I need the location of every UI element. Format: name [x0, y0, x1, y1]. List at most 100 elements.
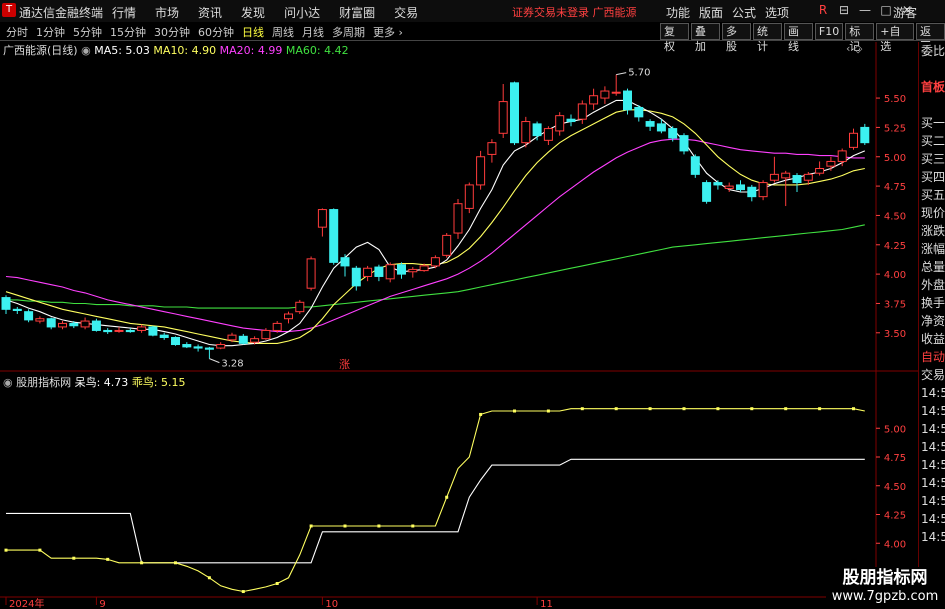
candle-body-down [193, 346, 203, 349]
side-item: 14:56 [921, 404, 945, 418]
candle-body-up [781, 172, 791, 179]
candle-body-up [849, 132, 858, 148]
watermark: 股朋指标网 www.7gpzb.com [826, 567, 944, 609]
candle-body-up [487, 142, 497, 155]
kline-chart[interactable]: 3.503.754.004.254.504.755.005.255.503.75… [0, 0, 945, 609]
price-tick-label: 4.75 [884, 182, 906, 193]
candle-body-down [329, 209, 339, 263]
candle-body-up [295, 301, 305, 313]
candle-body-up [80, 320, 90, 328]
indicator-dot [546, 409, 550, 413]
time-tick-label: 2024年 [9, 597, 44, 609]
candle-body-down [860, 126, 870, 144]
indicator-dot [275, 582, 279, 585]
side-item: 14:56 [921, 440, 945, 454]
stock-name[interactable]: 广西能源(日线) [3, 44, 78, 57]
ma20-line [5, 138, 865, 333]
side-item: 14:56 [921, 476, 945, 490]
side-item: 14:56 [921, 494, 945, 508]
side-item: 首板 [921, 80, 945, 94]
side-item: 总量 [921, 260, 945, 274]
side-item: 收益 [921, 332, 945, 346]
candle-body-down [182, 344, 192, 348]
candle-body-up [114, 329, 124, 332]
limit-up-mark: 涨 [339, 358, 350, 371]
candle-body-down [792, 175, 802, 184]
candle-body-down [747, 186, 757, 198]
side-item: 买五 [921, 188, 945, 202]
watermark-title: 股朋指标网 [842, 568, 928, 588]
side-item: 换手 [921, 296, 945, 310]
series-b-legend: 乖鸟: 5.15 [131, 376, 186, 389]
indicator-tick-label: 5.00 [884, 424, 906, 435]
candle-body-down [204, 347, 214, 350]
indicator-line [6, 458, 865, 564]
candle-body-down [148, 326, 158, 336]
series-a-legend: 呆鸟: 4.73 [74, 376, 129, 389]
candle-body-up [724, 185, 734, 189]
price-tick-label: 5.25 [884, 123, 906, 134]
candle-body-up [837, 150, 847, 162]
side-item: 买二 [921, 134, 945, 148]
candle-body-down [713, 182, 723, 186]
time-tick-label: 11 [540, 599, 553, 609]
candle-body-up [419, 265, 429, 272]
candle-body-down [351, 267, 361, 287]
low-pointer [209, 358, 220, 364]
ma60-legend: MA60: 4.42 [285, 44, 349, 57]
indicator-dot [174, 561, 177, 565]
indicator-dot [818, 407, 822, 411]
candle-body-down [171, 336, 180, 346]
side-item[interactable]: 自动 [919, 348, 945, 366]
time-tick-label: 9 [99, 599, 105, 609]
candle-body-up [521, 121, 531, 144]
candle-body-up [498, 101, 508, 134]
indicator-tick-label: 4.50 [884, 482, 906, 493]
price-tick-label: 5.00 [884, 153, 906, 164]
candle-body-down [340, 257, 350, 267]
candle-body-down [566, 118, 576, 123]
price-tick-label: 4.00 [884, 270, 906, 281]
candle-body-down [736, 184, 745, 191]
candle-body-down [510, 82, 519, 144]
indicator-tick-label: 4.75 [884, 453, 906, 464]
indicator-dot [614, 407, 618, 411]
candle-body-down [668, 128, 678, 139]
candle-body-up [284, 313, 293, 320]
sub-legend: ◉ 股朋指标网 呆鸟: 4.73 乖鸟: 5.15 [3, 374, 186, 390]
candle-body-down [702, 182, 712, 202]
indicator-name[interactable]: 股朋指标网 [16, 376, 71, 389]
indicator-dot [207, 576, 211, 580]
side-item: 买四 [921, 170, 945, 184]
indicator-dot [411, 524, 415, 528]
indicator-dot [479, 412, 483, 416]
candle-body-down [374, 266, 384, 277]
candle-body-up [216, 344, 226, 349]
candle-body-up [261, 329, 271, 340]
candle-body-up [363, 267, 373, 277]
indicator-dot [580, 407, 584, 411]
candle-body-down [91, 320, 101, 331]
candle-body-down [634, 106, 644, 118]
indicator-dot [784, 407, 788, 411]
indicator-dot [513, 409, 516, 413]
candle-body-up [453, 203, 463, 234]
candle-body-down [24, 311, 34, 321]
candle-body-up [769, 173, 779, 181]
candle-body-down [679, 135, 689, 152]
indicator-dot [852, 407, 855, 411]
candle-body-up [306, 258, 316, 289]
side-item: 14:56 [921, 530, 945, 544]
indicator-dot [38, 548, 42, 552]
indicator-dot [343, 524, 347, 528]
candle-body-up [317, 209, 327, 228]
legend-circle-icon: ◉ [81, 44, 91, 57]
ma5-line [5, 99, 866, 347]
candle-body-down [125, 329, 135, 333]
panel-toggle[interactable]: ‹ ◇ [846, 42, 862, 55]
side-item: 涨幅 [921, 242, 945, 256]
candle-body-up [250, 338, 260, 343]
side-item[interactable]: 交易 [919, 366, 945, 384]
candle-body-up [272, 322, 282, 331]
candle-body-up [385, 264, 395, 280]
